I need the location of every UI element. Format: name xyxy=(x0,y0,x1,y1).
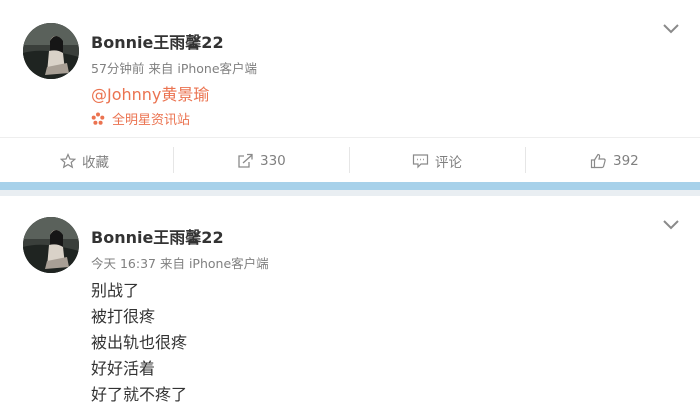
post-text-line: 好好活着 xyxy=(91,359,156,378)
comment-label: 评论 xyxy=(435,154,462,171)
comment-icon xyxy=(412,153,429,168)
favorite-label: 收藏 xyxy=(82,154,109,171)
feed-divider xyxy=(0,182,700,196)
source-link[interactable]: 全明星资讯站 xyxy=(91,109,190,128)
post-meta: 57分钟前 来自 iPhone客户端 xyxy=(91,61,258,76)
source-label: 全明星资讯站 xyxy=(112,113,191,128)
chevron-down-icon[interactable] xyxy=(662,219,680,231)
thumbs-up-icon xyxy=(590,153,606,168)
action-divider xyxy=(525,147,526,173)
star-icon xyxy=(60,152,76,168)
post-text-line: 别战了 xyxy=(91,281,140,300)
share-count: 330 xyxy=(260,152,286,169)
weibo-post: Bonnie王雨馨22 今天 16:37 来自 iPhone客户端 别战了 被打… xyxy=(0,196,700,409)
username[interactable]: Bonnie王雨馨22 xyxy=(91,224,224,248)
share-button[interactable]: 330 xyxy=(237,138,286,183)
share-icon xyxy=(238,153,253,168)
mention-link[interactable]: @Johnny黄景瑜 xyxy=(91,81,209,105)
action-divider xyxy=(349,147,350,173)
avatar[interactable] xyxy=(23,217,79,273)
chevron-down-icon[interactable] xyxy=(662,23,680,35)
action-divider xyxy=(173,147,174,173)
like-button[interactable]: 392 xyxy=(590,138,639,183)
favorite-button[interactable]: 收藏 xyxy=(60,138,109,183)
username[interactable]: Bonnie王雨馨22 xyxy=(91,29,224,53)
post-text-line: 被出轨也很疼 xyxy=(91,333,188,352)
comment-button[interactable]: 评论 xyxy=(412,138,462,183)
action-bar: 收藏 330 评论 392 xyxy=(0,137,700,183)
post-text-line: 被打很疼 xyxy=(91,307,156,326)
post-text-line: 好了就不疼了 xyxy=(91,385,188,404)
like-count: 392 xyxy=(613,152,639,169)
avatar-image xyxy=(23,23,79,79)
avatar[interactable] xyxy=(23,23,79,79)
source-flower-icon xyxy=(91,112,105,125)
post-meta: 今天 16:37 来自 iPhone客户端 xyxy=(91,256,269,271)
weibo-post: Bonnie王雨馨22 57分钟前 来自 iPhone客户端 @Johnny黄景… xyxy=(0,0,700,182)
avatar-image xyxy=(23,217,79,273)
